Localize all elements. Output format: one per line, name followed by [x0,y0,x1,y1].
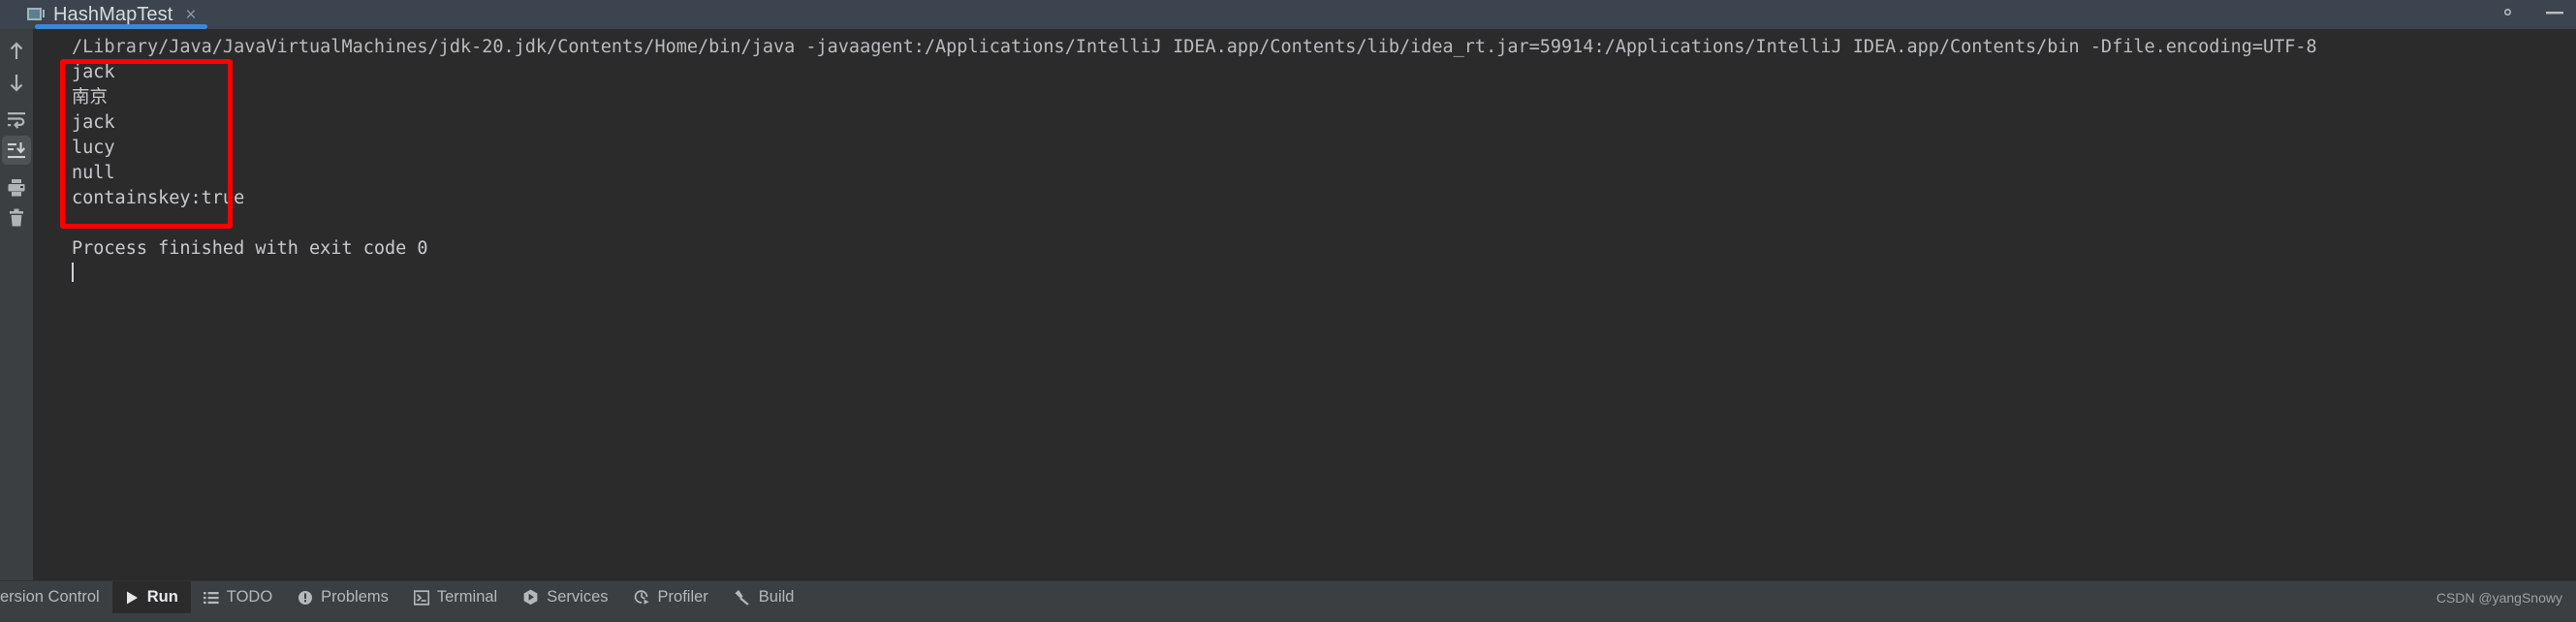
run-window-body: /Library/Java/JavaVirtualMachines/jdk-20… [0,29,2576,580]
tool-window-label: Run [146,588,178,606]
services-icon [522,589,539,606]
console-line: jack [72,62,115,82]
close-icon[interactable]: × [185,6,196,24]
console-line: containskey:true [72,188,245,208]
console-caret-line [33,262,2576,287]
terminal-icon [413,589,429,606]
print-icon[interactable] [2,172,31,202]
problems-icon [298,590,313,606]
tool-window-run[interactable]: Run [111,581,191,613]
tool-window-label: Terminal [436,588,498,606]
up-arrow-icon[interactable] [2,37,31,66]
console-toolbar [0,29,33,580]
console-highlighted-output: jack 南京 jack lucy null containskey:true [33,60,2576,211]
scroll-to-end-icon[interactable] [2,136,31,165]
soft-wrap-icon[interactable] [2,105,31,134]
console-process-finished: Process finished with exit code 0 [72,238,428,259]
tool-window-label: Problems [321,588,389,606]
tab-bar-actions [2497,0,2566,29]
run-configuration-icon [27,7,45,22]
gear-icon[interactable] [2497,2,2518,27]
trash-icon[interactable] [2,203,31,233]
tool-window-build[interactable]: Build [721,581,807,613]
console-line: lucy [72,138,115,158]
tool-window-todo[interactable]: TODO [191,581,285,613]
tool-window-bar: ersion Control Run TODO Problems Termina… [0,580,2576,613]
text-caret [72,263,74,282]
tool-window-terminal[interactable]: Terminal [401,581,510,613]
ide-run-tool-window: HashMapTest × /Library/Java/JavaVirtualM… [0,0,2576,622]
console-line: null [72,163,115,183]
run-tab-label: HashMapTest [53,3,173,25]
window-footer-strip [0,613,2576,622]
console-line: jack [72,112,115,133]
profiler-icon [634,589,650,606]
run-tab-bar: HashMapTest × [0,0,2576,29]
tool-window-label: Profiler [657,588,708,606]
console-output[interactable]: /Library/Java/JavaVirtualMachines/jdk-20… [33,29,2576,580]
build-hammer-icon [734,589,751,606]
console-command-line: /Library/Java/JavaVirtualMachines/jdk-20… [72,37,2317,57]
watermark: CSDN @yangSnowy [2435,589,2562,606]
tool-window-problems[interactable]: Problems [285,581,401,613]
todo-list-icon [203,590,219,606]
console-line: 南京 [72,87,109,108]
tool-window-services[interactable]: Services [510,581,620,613]
tool-window-label: ersion Control [0,588,100,606]
tool-window-version-control[interactable]: ersion Control [0,581,112,613]
down-arrow-icon[interactable] [2,68,31,97]
run-tab-hashmaptest[interactable]: HashMapTest × [0,0,210,29]
tool-window-label: TODO [226,588,273,606]
tool-window-label: Build [758,588,795,606]
minimize-icon[interactable] [2543,4,2566,26]
tool-window-label: Services [547,588,609,606]
play-icon [125,590,140,606]
tool-window-profiler[interactable]: Profiler [621,581,721,613]
